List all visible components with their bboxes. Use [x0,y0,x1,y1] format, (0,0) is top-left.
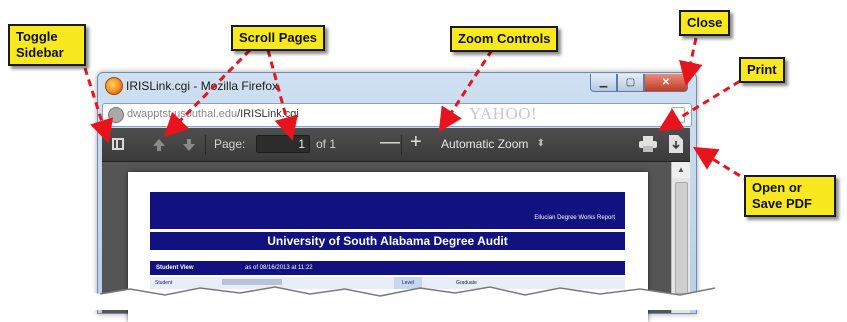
zoom-select[interactable]: Automatic Zoom ⬍ [435,134,551,154]
toolbar-divider [205,135,206,155]
globe-icon [108,107,124,123]
torn-edge [0,286,847,310]
report-name: Ellucian Degree Works Report [534,215,615,221]
toolbar-divider [401,135,402,155]
callout-close: Close [679,10,731,36]
bookmark-icon[interactable] [671,107,685,123]
arrow-up-icon[interactable] [152,138,166,152]
firefox-icon [105,77,123,95]
page-count: of 1 [316,137,337,151]
title-bar: IRISLink.cgi - Mozilla Firefox ▁ ▢ ✕ [98,73,696,99]
close-button[interactable]: ✕ [644,74,688,92]
maximize-button[interactable]: ▢ [617,74,644,92]
minimize-button[interactable]: ▁ [590,74,617,92]
pdf-toolbar: Page: of 1 — + Automatic Zoom ⬍ [102,128,690,162]
chevron-updown-icon: ⬍ [536,138,545,149]
save-pdf-icon[interactable] [669,135,683,153]
scroll-up-icon[interactable]: ▲ [672,162,690,178]
callout-print: Print [739,57,785,83]
callout-open-save-pdf: Open or Save PDF [744,175,836,217]
callout-toggle-sidebar: Toggle Sidebar [8,24,86,66]
url-text[interactable]: dwapptst.usouthal.edu/IRISLink.cgi [127,108,299,120]
page-number-input[interactable] [256,135,310,153]
address-bar[interactable]: dwapptst.usouthal.edu/IRISLink.cgi YAHOO… [102,103,692,127]
zoom-select-value: Automatic Zoom [441,137,529,151]
arrow-down-icon[interactable] [182,138,196,152]
zoom-out-button[interactable]: — [380,131,400,154]
window-controls: ▁ ▢ ✕ [590,74,688,92]
callout-zoom-controls: Zoom Controls [450,26,559,52]
print-icon[interactable] [639,136,657,152]
window-title: IRISLink.cgi - Mozilla Firefox [126,79,279,93]
toggle-sidebar-icon[interactable] [112,138,124,150]
page-label: Page: [214,137,246,151]
document-title: University of South Alabama Degree Audit [150,232,625,250]
yahoo-logo: YAHOO! [469,104,538,123]
url-path: /IRISLink.cgi [237,108,299,120]
url-host: dwapptst.usouthal.edu [127,108,238,120]
zoom-in-button[interactable]: + [410,131,422,154]
report-banner: Ellucian Degree Works Report [150,192,625,229]
callout-scroll-pages: Scroll Pages [231,25,326,51]
